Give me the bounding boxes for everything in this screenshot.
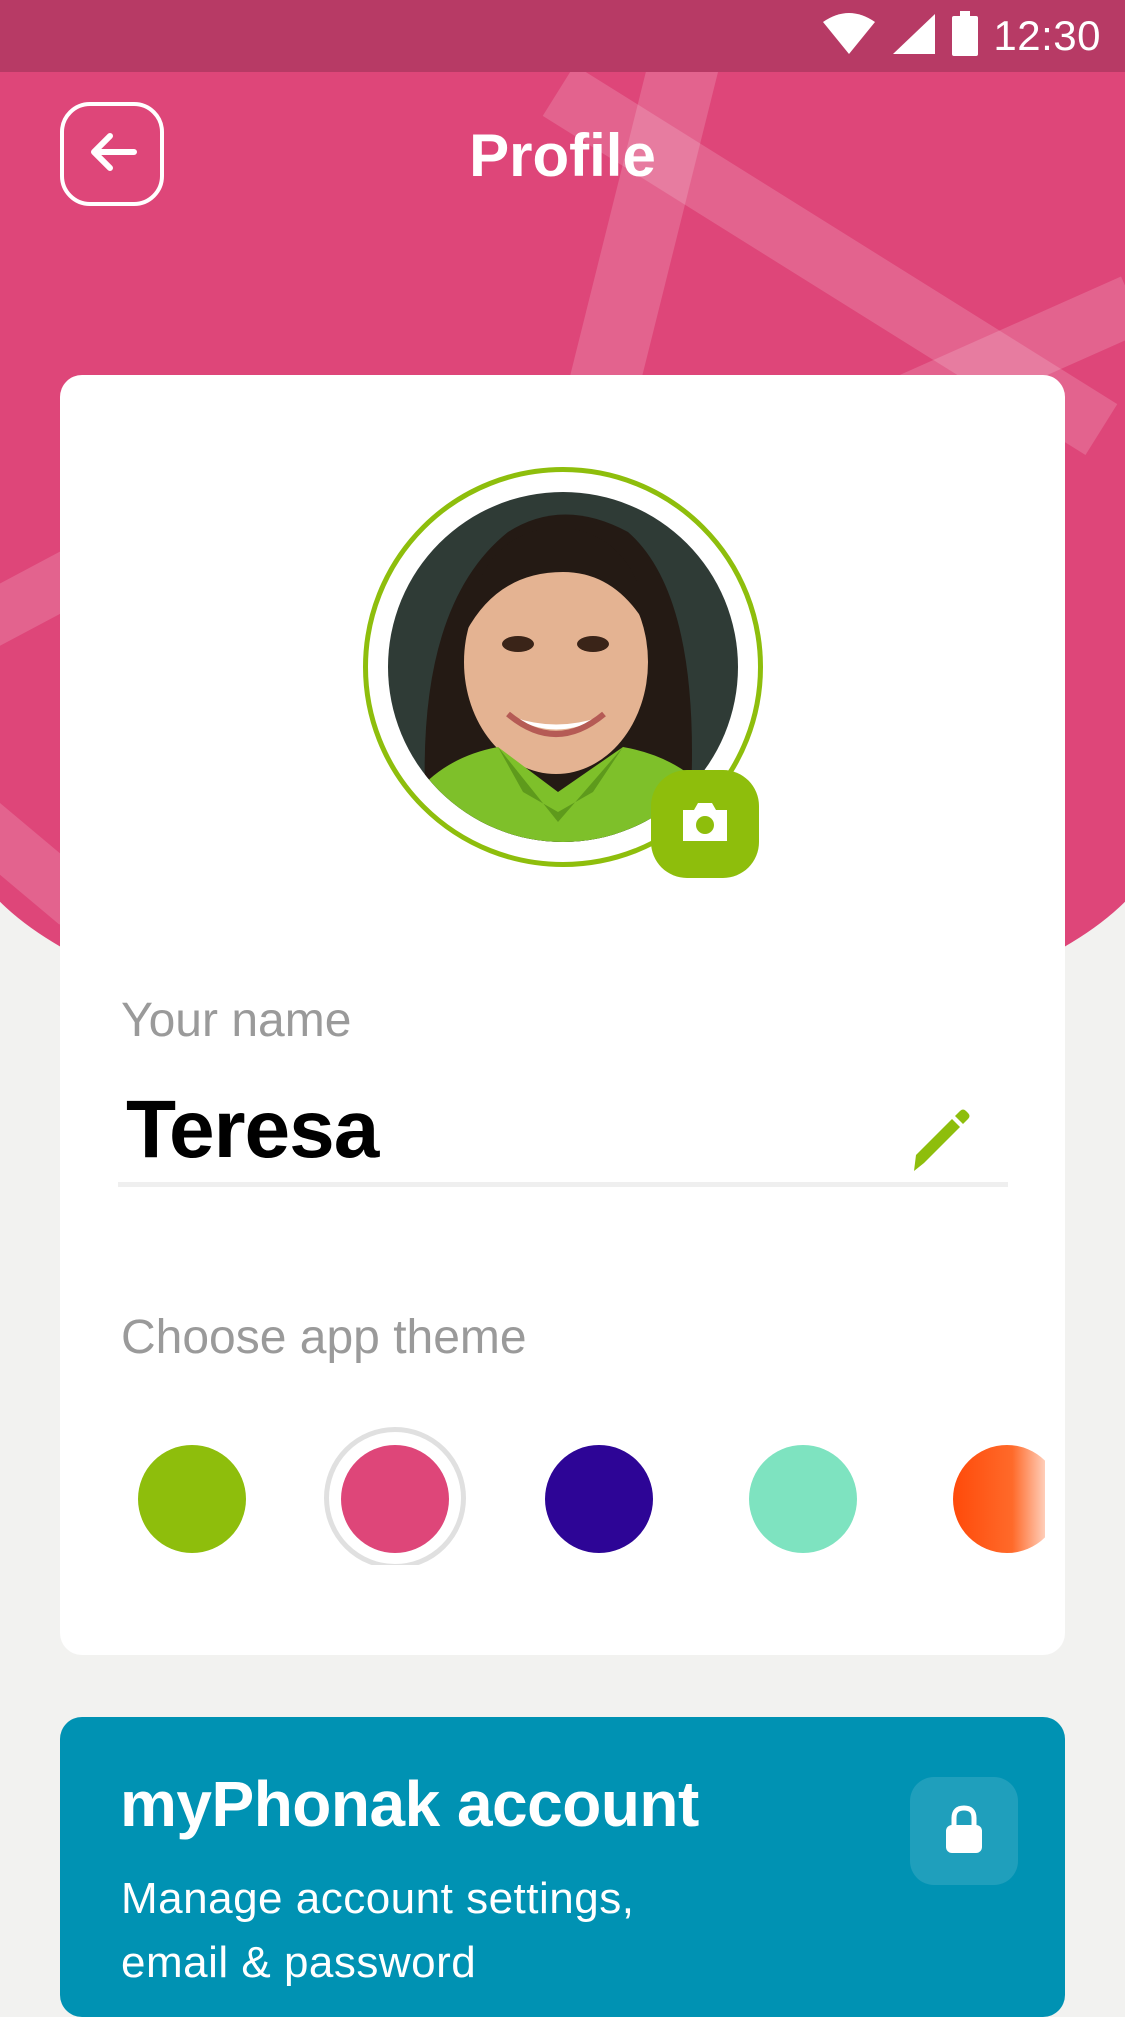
pencil-icon [902,1109,974,1181]
name-label: Your name [121,994,352,1047]
status-time: 12:30 [993,12,1101,59]
profile-card: Your name Teresa Choose app theme [60,375,1065,1655]
wifi-icon [821,12,877,61]
camera-icon [679,800,731,849]
account-title: myPhonak account [120,1768,699,1840]
theme-swatch-purple[interactable] [545,1445,653,1553]
theme-swatch-green[interactable] [138,1445,246,1553]
theme-swatch-mint[interactable] [749,1445,857,1553]
lock-icon [942,1803,986,1860]
account-description: Manage account settings, email & passwor… [121,1874,635,1987]
myphonak-account-card[interactable]: myPhonak account Manage account settings… [60,1717,1065,2017]
theme-swatch-list [60,1425,1045,1565]
battery-icon [951,10,979,62]
lock-button [910,1777,1018,1885]
change-photo-button[interactable] [651,770,759,878]
theme-label: Choose app theme [121,1311,527,1364]
name-value: Teresa [126,1084,379,1175]
status-bar: 12:30 [0,0,1125,72]
theme-swatch-orange[interactable] [953,1445,1045,1553]
page-title: Profile [469,122,656,189]
cellular-signal-icon [891,12,937,61]
theme-swatch-pink[interactable] [341,1445,449,1553]
edit-name-button[interactable] [902,1105,974,1177]
